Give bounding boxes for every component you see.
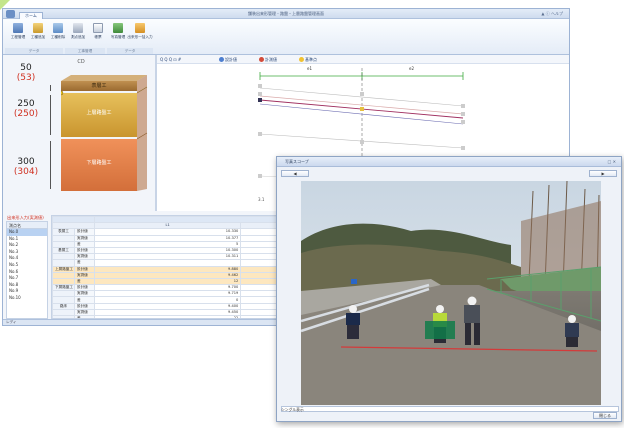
- titlebar: ホーム 舗装出来形管理 - 路盤・上層路盤管理画面 ▲ ⓘ ヘルプ: [3, 9, 569, 19]
- profile-toolbar: Q Q Q ⊡ # 設計値 計測値 基準点: [157, 55, 569, 64]
- dimension-line: [50, 95, 51, 135]
- list-item[interactable]: No.0: [7, 229, 47, 236]
- ribbon-button-bulk-input[interactable]: 出来形一括入力: [127, 23, 153, 40]
- layer-3d-edges: [61, 75, 148, 191]
- row-category: 上層路盤工: [52, 265, 75, 273]
- bulk-input-icon: [135, 23, 145, 33]
- window-controls[interactable]: □ ✕: [608, 159, 616, 164]
- prev-photo-button[interactable]: ◀: [281, 170, 309, 177]
- column-label-e1: e1: [307, 66, 313, 71]
- list-item[interactable]: No.4: [7, 255, 47, 262]
- ribbon-button-delete-type[interactable]: 工種削除: [47, 23, 69, 40]
- ribbon-button-photo[interactable]: 写真管理: [107, 23, 129, 40]
- ribbon-group-label: 工事管理: [65, 48, 105, 54]
- document-icon: [93, 23, 103, 33]
- ribbon-group-label: データ: [107, 48, 153, 54]
- ribbon-group-label: データ: [5, 48, 63, 54]
- dimension-label-2: 250 (250): [13, 99, 39, 119]
- dimension-label-1: 50 (53): [16, 63, 36, 83]
- dimension-label-3: 300 (304): [13, 157, 39, 177]
- save-icon: [13, 23, 23, 33]
- legend-base-icon: [299, 57, 304, 62]
- point-list: 測点名 No.0 No.1 No.2 No.3 No.4 No.5 No.6 N…: [6, 221, 48, 319]
- ribbon-button-report[interactable]: 帳票: [87, 23, 109, 40]
- legend-measured[interactable]: 計測値: [259, 57, 277, 63]
- column-label-e2: e2: [409, 66, 415, 71]
- list-item[interactable]: No.5: [7, 262, 47, 269]
- list-item[interactable]: No.3: [7, 249, 47, 256]
- legend-design-icon: [219, 57, 224, 62]
- next-photo-button[interactable]: ▶: [589, 170, 617, 177]
- close-button[interactable]: 閉じる: [593, 412, 617, 419]
- delete-icon: [53, 23, 63, 33]
- ribbon-button-add-point[interactable]: 測点追加: [67, 23, 89, 40]
- profile-scale-label: 3.1: [258, 197, 265, 202]
- ribbon-button-process[interactable]: 工程管理: [7, 23, 29, 40]
- add-icon: [33, 23, 43, 33]
- legend-measured-icon: [259, 57, 264, 62]
- window-title: 舗装出来形管理 - 路盤・上層路盤管理画面: [248, 11, 324, 16]
- list-item[interactable]: No.10: [7, 295, 47, 302]
- legend-base[interactable]: 基準点: [299, 57, 317, 63]
- photo-window: 写真スコープ □ ✕ ◀ ▶ シングル表示 閉じる: [276, 156, 622, 422]
- photo-icon: [113, 23, 123, 33]
- zoom-tools[interactable]: Q Q Q ⊡ #: [160, 57, 181, 62]
- list-item[interactable]: No.8: [7, 282, 47, 289]
- list-item[interactable]: No.1: [7, 236, 47, 243]
- list-item[interactable]: No.2: [7, 242, 47, 249]
- pencil-icon: [73, 23, 83, 33]
- construction-photo: [301, 181, 601, 405]
- legend-design[interactable]: 設計値: [219, 57, 237, 63]
- point-list-header: 測点名: [7, 222, 47, 229]
- photo-mode-label: シングル表示: [281, 407, 304, 412]
- site-photo: [301, 181, 601, 405]
- list-item[interactable]: No.6: [7, 269, 47, 276]
- dimension-line: [50, 141, 51, 189]
- help-link[interactable]: ▲ ⓘ ヘルプ: [541, 11, 563, 17]
- list-item[interactable]: No.7: [7, 275, 47, 282]
- photo-mode-select[interactable]: [281, 406, 619, 412]
- row-category: 下層路盤工: [52, 284, 75, 292]
- photo-window-title: 写真スコープ: [277, 157, 621, 167]
- list-item[interactable]: No.9: [7, 288, 47, 295]
- ribbon-button-add-type[interactable]: 工種追加: [27, 23, 49, 40]
- ribbon: 工程管理 工種追加 工種削除 測点追加 帳票 写真管理 出来形一括入力 データ …: [3, 19, 569, 55]
- dimension-line: [50, 85, 51, 91]
